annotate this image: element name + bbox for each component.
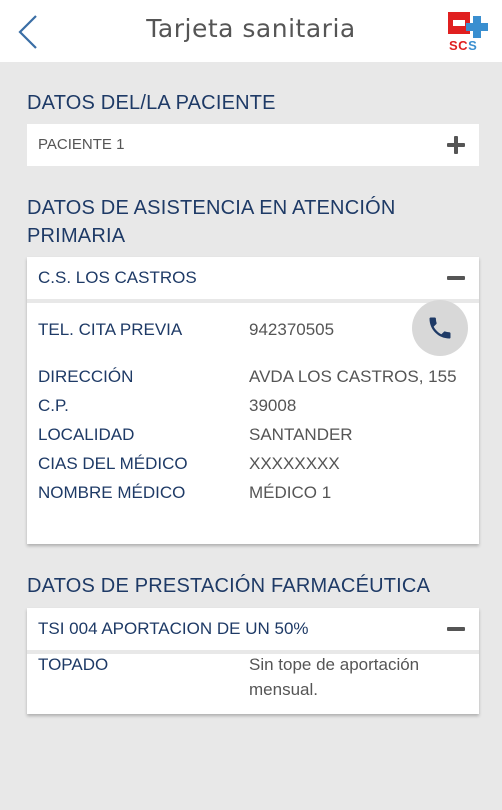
patient-selector[interactable]: PACIENTE 1	[27, 124, 479, 166]
field-value-doctor-name: MÉDICO 1	[249, 483, 332, 502]
field-label-doctor-name: NOMBRE MÉDICO	[38, 483, 186, 502]
patient-label: PACIENTE 1	[38, 136, 125, 153]
app-header: Tarjeta sanitaria SCS	[0, 0, 502, 62]
pharmacy-plan-header[interactable]: TSI 004 APORTACION DE UN 50%	[27, 608, 479, 650]
pharmacy-card: TSI 004 APORTACION DE UN 50% TOPADO Sin …	[27, 608, 479, 714]
field-value-address: AVDA LOS CASTROS, 155	[249, 367, 457, 386]
phone-icon	[429, 317, 451, 339]
health-cross-icon	[448, 12, 488, 38]
health-center-name: C.S. LOS CASTROS	[38, 268, 197, 287]
minus-icon[interactable]	[447, 276, 465, 280]
field-label-address: DIRECCIÓN	[38, 367, 134, 386]
field-label-postal-code: C.P.	[38, 396, 69, 415]
health-center-header[interactable]: C.S. LOS CASTROS	[27, 257, 479, 299]
patient-section-title: DATOS DEL/LA PACIENTE	[27, 92, 276, 114]
field-label-locality: LOCALIDAD	[38, 425, 135, 444]
cap-value-line2: mensual.	[249, 680, 318, 699]
logo-text: SCS	[449, 38, 478, 53]
page-title: Tarjeta sanitaria	[146, 14, 356, 43]
pharmacy-plan-label: TSI 004 APORTACION DE UN 50%	[38, 619, 309, 638]
field-value-locality: SANTANDER	[249, 425, 353, 444]
field-label-phone: TEL. CITA PREVIA	[38, 320, 183, 339]
divider	[27, 299, 479, 303]
cap-value-line1: Sin tope de aportación	[249, 655, 420, 674]
primary-care-card: C.S. LOS CASTROS TEL. CITA PREVIA 942370…	[27, 257, 479, 544]
field-label-cias: CIAS DEL MÉDICO	[38, 454, 188, 473]
plus-icon[interactable]	[447, 136, 465, 154]
field-value-postal-code: 39008	[249, 396, 297, 415]
field-value-phone[interactable]: 942370505	[249, 320, 334, 340]
primary-care-section-title: DATOS DE ASISTENCIA EN ATENCIÓN PRIMARIA	[27, 197, 396, 247]
patient-row[interactable]: PACIENTE 1	[27, 124, 479, 166]
minus-icon[interactable]	[447, 627, 465, 631]
divider	[27, 650, 479, 654]
cap-label: TOPADO	[38, 655, 109, 674]
scs-logo: SCS	[446, 10, 492, 54]
field-value-cias: XXXXXXXX	[249, 454, 340, 473]
call-button[interactable]	[412, 300, 468, 356]
pharmacy-section-title: DATOS DE PRESTACIÓN FARMACÉUTICA	[27, 575, 431, 597]
